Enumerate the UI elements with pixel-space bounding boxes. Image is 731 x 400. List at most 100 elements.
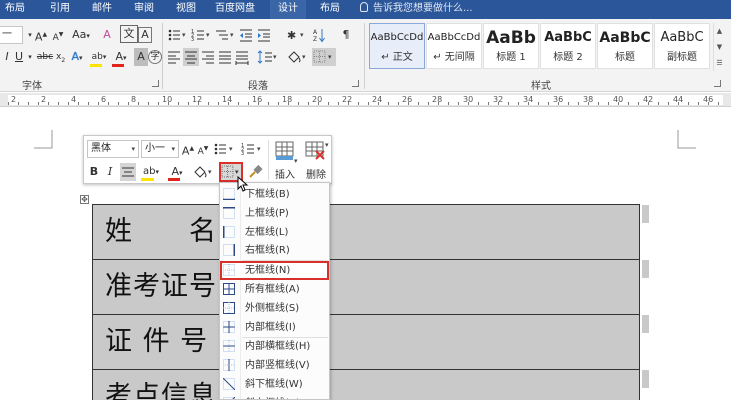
font-dialog-launcher-icon[interactable]: [152, 80, 159, 87]
borders-menu-item[interactable]: 左框线(L): [220, 223, 329, 242]
svg-text:✱: ✱: [287, 29, 296, 42]
justify-button[interactable]: [217, 48, 233, 66]
strikethrough-button[interactable]: abc: [34, 48, 56, 66]
bullet-list-icon: ▾: [168, 29, 186, 41]
char-border-button[interactable]: A: [138, 27, 152, 43]
enclose-characters-button[interactable]: 字: [148, 50, 162, 64]
style-normal[interactable]: AaBbCcDd ↵ 正文: [369, 23, 425, 69]
decrease-indent-button[interactable]: [238, 26, 254, 44]
line-spacing-icon: ▾: [257, 50, 277, 64]
multilevel-list-button[interactable]: ▾: [214, 26, 236, 44]
borders-menu-item-label: 右框线(R): [245, 245, 290, 256]
tab-table-layout[interactable]: 布局: [314, 0, 346, 19]
chevron-down-icon[interactable]: ▾: [26, 26, 34, 44]
ruler-number: 12: [192, 95, 203, 104]
mini-delete-button[interactable]: ▾ 删除: [301, 139, 331, 182]
line-spacing-button[interactable]: ▾: [256, 48, 280, 66]
ribbon: 一 ▾ A▲ A▼ Aa▾ A 文 A I U ▾ abc x2 A▾ ab▾ …: [0, 19, 731, 92]
show-formatting-button[interactable]: ¶: [338, 26, 354, 44]
table-row[interactable]: 准考证号: [92, 259, 640, 315]
borders-menu-item[interactable]: 斜下框线(W): [220, 375, 329, 394]
mini-insert-button[interactable]: ▾ 插入: [270, 139, 300, 182]
font-size-combo[interactable]: 一: [0, 26, 23, 44]
mini-italic-button[interactable]: I: [104, 163, 116, 181]
borders-menu-item-label: 所有框线(A): [245, 284, 300, 295]
mini-numbering-button[interactable]: 1 2 3 ▾: [240, 140, 264, 158]
align-right-button[interactable]: [200, 48, 216, 66]
table-row[interactable]: 考点信息: [92, 369, 640, 400]
phonetic-guide-button[interactable]: 文: [120, 25, 138, 43]
borders-menu-item[interactable]: 外侧框线(S): [220, 299, 329, 318]
mini-bullets-button[interactable]: ▾: [212, 140, 236, 158]
all-borders-icon: [223, 283, 235, 295]
mini-font-size-value: 小一: [145, 143, 165, 154]
align-left-button[interactable]: [166, 48, 182, 66]
numbering-button[interactable]: 1 2 3 ▾: [190, 26, 212, 44]
style-heading-1[interactable]: AaBb 标题 1: [483, 23, 539, 69]
style-subtitle[interactable]: AaBbC 副标题: [654, 23, 710, 69]
mini-center-button[interactable]: [120, 163, 136, 181]
more-styles-icon[interactable]: ☰: [714, 55, 725, 71]
style-no-spacing[interactable]: AaBbCcDd ↵ 无间隔: [426, 23, 482, 69]
borders-menu-item[interactable]: 无框线(N): [220, 261, 329, 280]
svg-text:3: 3: [191, 37, 194, 43]
borders-menu-item[interactable]: 右框线(R): [220, 241, 329, 260]
styles-dialog-launcher-icon[interactable]: [714, 80, 721, 87]
subscript-button[interactable]: x2: [56, 48, 65, 66]
page-corner-mark: [677, 130, 696, 149]
borders-menu-item-label: 下框线(B): [245, 189, 290, 200]
distributed-button[interactable]: [234, 48, 250, 66]
borders-menu-item[interactable]: 内部竖框线(V): [220, 356, 329, 375]
bullets-button[interactable]: ▾: [166, 26, 188, 44]
italic-button[interactable]: I: [2, 48, 12, 66]
increase-indent-button[interactable]: [256, 26, 272, 44]
borders-ribbon-button[interactable]: ▾: [312, 48, 336, 66]
borders-menu-item[interactable]: 内部框线(I): [220, 318, 329, 337]
svg-text:▾: ▾: [273, 53, 277, 61]
underline-button[interactable]: U: [12, 48, 26, 66]
borders-menu-item[interactable]: 上框线(P): [220, 204, 329, 223]
tab-references[interactable]: 引用: [44, 0, 76, 19]
horizontal-ruler[interactable]: 2 2 4 6 8 10 12 14 16 18 20 22 24 26 28 30 32 34 36 38 40 42 4…: [0, 93, 731, 107]
tab-view[interactable]: 视图: [170, 0, 202, 19]
borders-menu-item-label: 上框线(P): [245, 208, 289, 219]
style-heading-2[interactable]: AaBbC 标题 2: [540, 23, 596, 69]
mini-toolbar: 黑体 ▾ 小一 ▾ A▲ A▼ ▾ 1 2 3 ▾ B I ab▾ A▾ ▾ ▾ ▾ 插入…: [83, 135, 332, 184]
char-shading-button[interactable]: A: [134, 48, 148, 66]
ruler-number: 22: [342, 95, 353, 104]
grow-font-button[interactable]: A▲: [34, 26, 48, 44]
mini-shading-button[interactable]: ▾: [192, 163, 216, 181]
mini-grow-font-button[interactable]: A▲: [181, 140, 195, 158]
mini-font-name-combo[interactable]: 黑体 ▾: [87, 140, 139, 158]
mini-shrink-font-button[interactable]: A▼: [196, 140, 210, 158]
shading-button[interactable]: ▾: [286, 48, 310, 66]
sort-button[interactable]: AZ: [312, 26, 334, 44]
scroll-up-icon[interactable]: ▲: [714, 23, 725, 39]
shrink-font-button[interactable]: A▼: [51, 26, 65, 44]
paragraph-dialog-launcher-icon[interactable]: [352, 80, 359, 87]
tab-table-design[interactable]: 设计: [270, 0, 306, 19]
borders-menu-item[interactable]: 内部横框线(H): [220, 337, 329, 356]
table-row[interactable]: 证 件 号: [92, 314, 640, 370]
mouse-cursor-icon: [237, 176, 249, 192]
scroll-down-icon[interactable]: ▼: [714, 39, 725, 55]
tab-layout[interactable]: 布局: [0, 0, 30, 19]
mini-font-size-combo[interactable]: 小一 ▾: [141, 140, 179, 158]
table-row[interactable]: 姓 名: [92, 204, 640, 260]
text-effects-button[interactable]: A▾: [66, 48, 88, 66]
borders-menu-item[interactable]: 所有框线(A): [220, 280, 329, 299]
tell-me-box[interactable]: 告诉我您想要做什么...: [360, 0, 473, 19]
borders-menu-item[interactable]: 斜上框线(U): [220, 394, 329, 399]
style-title[interactable]: AaBbC 标题: [597, 23, 653, 69]
tab-review[interactable]: 审阅: [128, 0, 160, 19]
tab-mailings[interactable]: 邮件: [86, 0, 118, 19]
page-corner-mark: [34, 130, 53, 149]
underline-dropdown-icon[interactable]: ▾: [26, 48, 34, 66]
mini-bold-button[interactable]: B: [88, 163, 100, 181]
table-move-handle-icon[interactable]: ✥: [80, 195, 89, 204]
tab-baidu-netdisk[interactable]: 百度网盘: [212, 0, 258, 19]
change-case-button[interactable]: Aa▾: [70, 26, 92, 44]
chinese-layout-button[interactable]: ✱ ▾: [286, 26, 310, 44]
clear-formatting-button[interactable]: A: [100, 26, 114, 44]
align-center-button[interactable]: [183, 48, 199, 66]
